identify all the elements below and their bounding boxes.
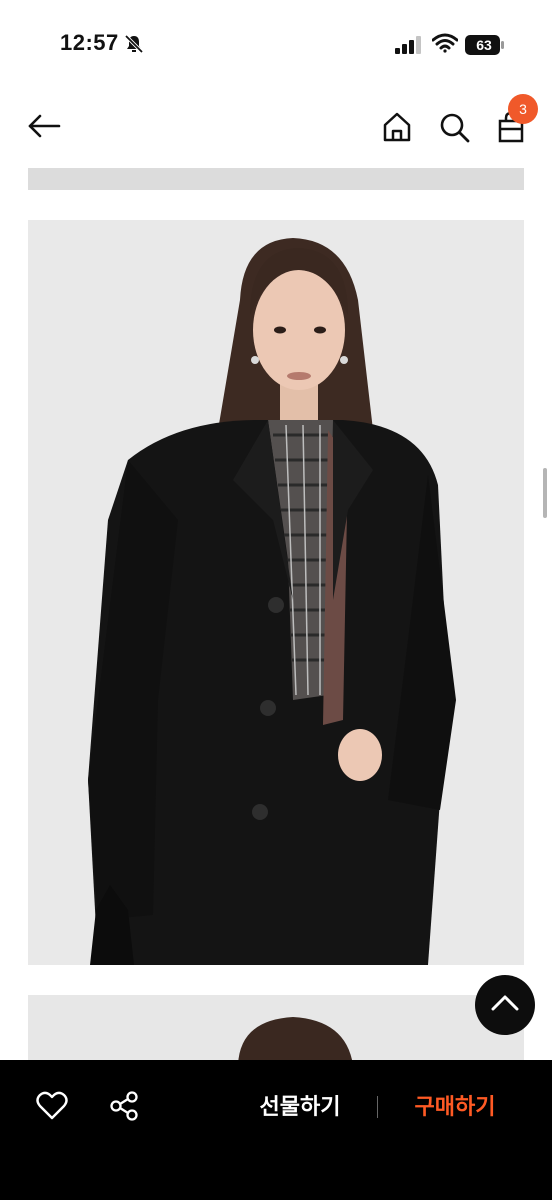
cellular-signal-icon: [395, 36, 423, 59]
product-detail-page: 12:57 63 3 선물하기 구매하기: [0, 0, 552, 1200]
app-header: [0, 90, 552, 165]
wifi-icon: [431, 33, 459, 58]
share-button[interactable]: [108, 1090, 140, 1122]
buy-button[interactable]: 구매하기: [395, 1090, 515, 1124]
like-button[interactable]: [36, 1090, 68, 1122]
home-icon: [380, 112, 414, 148]
search-icon: [437, 113, 471, 148]
gift-button[interactable]: 선물하기: [240, 1090, 360, 1124]
bottom-action-bar: 선물하기 구매하기: [0, 1060, 552, 1200]
shopping-bag-icon: [494, 111, 528, 148]
heart-icon: [36, 1091, 68, 1126]
status-bar: 12:57 63: [0, 0, 552, 90]
product-photo-next[interactable]: [28, 995, 524, 1065]
search-button[interactable]: [437, 110, 471, 144]
cart-count-badge: 3: [508, 94, 538, 124]
home-button[interactable]: [380, 110, 414, 144]
share-icon: [108, 1091, 140, 1126]
product-photo-model-black-coat[interactable]: [28, 220, 524, 965]
back-arrow-icon: [27, 114, 61, 143]
chevron-up-icon: [490, 993, 520, 1018]
product-photo-strip: [28, 168, 524, 190]
bar-divider: [377, 1096, 378, 1118]
back-button[interactable]: [26, 110, 62, 146]
bell-slash-icon: [124, 34, 144, 59]
status-time: 12:57: [60, 30, 119, 55]
scroll-indicator[interactable]: [543, 468, 547, 518]
scroll-to-top-button[interactable]: [475, 975, 535, 1035]
battery-level: 63: [476, 37, 492, 53]
